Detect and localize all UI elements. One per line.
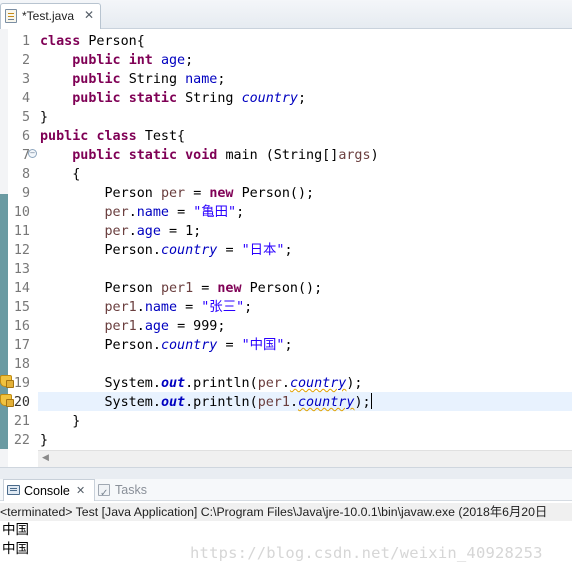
code-text: public class Test{ [40,129,186,144]
code-line[interactable]: 14 Person per1 = new Person(); [0,279,572,298]
code-text: } [40,110,49,125]
console-tab-bar: Console ✕ Tasks [0,479,572,505]
tasks-icon [98,483,110,505]
line-number: 14 [13,281,30,296]
code-line[interactable]: 1 class Person{ [0,32,572,51]
line-number: 8 [21,167,30,182]
code-text: class Person{ [40,34,145,49]
tab-tasks-label: Tasks [115,483,147,497]
code-line[interactable]: 8 { [0,165,572,184]
code-line[interactable]: 20 System.out.println(per1.country); [0,393,572,412]
terminated-status-line: <terminated> Test [Java Application] C:\… [0,503,572,521]
tab-console[interactable]: Console ✕ [3,479,95,501]
code-line[interactable]: 9 Person per = new Person(); [0,184,572,203]
editor-tab-bar: *Test.java ✕ [0,0,572,29]
line-number: 3 [21,72,30,87]
line-number: 9 [21,186,30,201]
tab-close-icon[interactable]: ✕ [84,8,94,22]
code-line[interactable]: 18 [0,355,572,374]
code-text: public int age; [72,53,194,68]
console-output-line: 中国 [2,522,29,538]
code-text: Person.country = "日本"; [40,243,293,258]
code-text: System.out.println(per1.country); [40,393,372,410]
text-caret [370,393,372,409]
line-number: 17 [13,338,30,353]
code-text: per.name = "亀田"; [104,205,245,220]
line-number: 19 [13,376,30,391]
code-text: Person.country = "中国"; [40,338,293,353]
code-line[interactable]: 12 Person.country = "日本"; [0,241,572,260]
code-line[interactable]: 10 per.name = "亀田"; [0,203,572,222]
console-close-icon[interactable]: ✕ [76,480,85,502]
line-number: 15 [13,300,30,315]
code-line[interactable]: 4 public static String country; [0,89,572,108]
editor-tab-title: *Test.java [22,9,75,23]
java-file-icon [5,9,17,23]
code-text: public static String country; [72,91,307,106]
code-line[interactable]: 19 System.out.println(per.country); [0,374,572,393]
line-number: 11 [13,224,30,239]
code-text: public static void main (String[]args) [72,148,379,163]
editor-tab-test-java[interactable]: *Test.java ✕ [0,3,101,29]
console-icon [7,485,20,495]
code-line[interactable]: 2 public int age; [0,51,572,70]
code-line[interactable]: 22} [0,431,572,450]
line-number: 18 [13,357,30,372]
code-line[interactable]: 7 public static void main (String[]args) [0,146,572,165]
code-line[interactable]: 13 [0,260,572,279]
code-editor[interactable]: − 1 class Person{2 public int age; 3 publi… [0,29,572,467]
code-text: } [40,433,49,448]
code-text: Person per = new Person(); [40,186,315,201]
watermark: https://blog.csdn.net/weixin_40928253 [190,544,543,562]
code-line[interactable]: 11 per.age = 1; [0,222,572,241]
line-number: 4 [21,91,30,106]
line-number: 1 [21,34,30,49]
code-line[interactable]: 21 } [0,412,572,431]
console-output-line: 中国 [2,541,29,557]
view-divider[interactable] [0,467,572,479]
code-text: System.out.println(per.country); [40,376,363,391]
code-line[interactable]: 15 per1.name = "张三"; [0,298,572,317]
code-line[interactable]: 17 Person.country = "中国"; [0,336,572,355]
horizontal-scrollbar[interactable]: ◀ [38,450,572,467]
code-text: public String name; [72,72,226,87]
code-line[interactable]: 6 public class Test{ [0,127,572,146]
code-text: { [40,167,81,182]
tab-console-label: Console [24,484,70,498]
scroll-left-arrow-icon[interactable]: ◀ [42,453,49,463]
code-line[interactable]: 3 public String name; [0,70,572,89]
line-number: 7 [21,148,30,163]
code-text: per.age = 1; [104,224,202,239]
line-number: 20 [13,395,30,410]
line-number: 2 [21,53,30,68]
line-number: 13 [13,262,30,277]
line-number: 10 [13,205,30,220]
console-output-area[interactable]: <terminated> Test [Java Application] C:\… [0,501,572,576]
code-line[interactable]: 5} [0,108,572,127]
line-number: 16 [13,319,30,334]
code-text: } [40,414,81,429]
line-number: 6 [21,129,30,144]
line-number: 22 [13,433,30,448]
code-text: Person per1 = new Person(); [40,281,323,296]
line-number: 21 [13,414,30,429]
line-number: 5 [21,110,30,125]
code-text: per1.name = "张三"; [104,300,253,315]
code-text: per1.age = 999; [104,319,226,334]
code-line[interactable]: 16 per1.age = 999; [0,317,572,336]
line-number: 12 [13,243,30,258]
